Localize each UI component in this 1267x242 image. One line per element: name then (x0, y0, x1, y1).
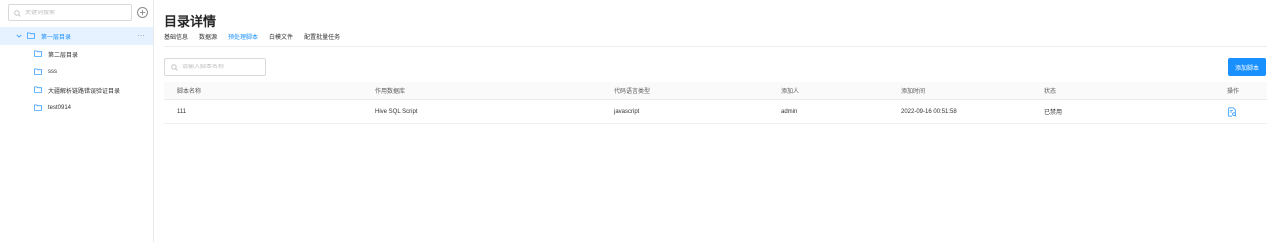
script-search-box[interactable] (164, 58, 266, 76)
app-root: 第一层目录 ··· 第二层目录 sss 大疆解析链路错误验证目录 (0, 0, 1267, 242)
column-header: 作用数据库 (375, 89, 406, 95)
search-icon (171, 58, 178, 76)
row-action (1227, 100, 1237, 123)
column-header: 操作 (1227, 89, 1240, 95)
tree-node-label: 第一层目录 (41, 34, 72, 41)
tab-divider (164, 46, 1267, 47)
column-header: 脚本名称 (177, 89, 202, 95)
tab-preprocess-script[interactable]: 预处理脚本 (228, 32, 259, 47)
tree-node-root[interactable]: 第一层目录 ··· (0, 27, 153, 45)
catalog-search-input[interactable] (25, 9, 125, 16)
script-table: 脚本名称 作用数据库 代码语言类型 添加人 添加时间 状态 操作 111 Hiv… (164, 82, 1267, 124)
chevron-down-icon[interactable] (15, 32, 23, 40)
main-panel: 目录详情 基础信息 数据源 预处理脚本 白模文件 配置批量任务 添加脚本 脚本名… (164, 0, 1267, 242)
cell-language: javascript (614, 108, 640, 115)
cell-added-time: 2022-09-16 00:51:58 (901, 108, 957, 115)
table-header: 脚本名称 作用数据库 代码语言类型 添加人 添加时间 状态 操作 (164, 82, 1267, 100)
folder-icon (27, 32, 35, 41)
folder-icon (34, 50, 42, 59)
tree-node-label: 第二层目录 (48, 52, 79, 59)
tab-basic-info[interactable]: 基础信息 (164, 32, 188, 47)
tab-batch-task-config[interactable]: 配置批量任务 (304, 32, 340, 47)
catalog-tree: 第一层目录 ··· 第二层目录 sss 大疆解析链路错误验证目录 test091… (0, 27, 153, 117)
tree-node-child[interactable]: sss (0, 63, 153, 81)
cell-status: 已禁用 (1044, 110, 1063, 116)
tree-node-child[interactable]: test0914 (0, 99, 153, 117)
catalog-search-box[interactable] (8, 4, 132, 21)
search-icon (14, 4, 21, 22)
tree-node-label: 大疆解析链路错误验证目录 (48, 88, 121, 95)
tab-data-source[interactable]: 数据源 (199, 32, 217, 47)
tab-white-model-file[interactable]: 白模文件 (269, 32, 293, 47)
more-options-icon[interactable]: ··· (137, 31, 145, 40)
table-row: 111 Hive SQL Script javascript admin 202… (164, 100, 1267, 124)
add-script-button[interactable]: 添加脚本 (1228, 58, 1266, 76)
tree-node-child[interactable]: 大疆解析链路错误验证目录 (0, 81, 153, 99)
folder-icon (34, 68, 42, 77)
tree-node-label: test0914 (48, 105, 72, 111)
script-search-input[interactable] (182, 64, 262, 70)
tree-node-label: sss (48, 69, 57, 75)
cell-database: Hive SQL Script (375, 108, 418, 115)
file-search-icon[interactable] (1227, 106, 1237, 117)
folder-icon (34, 104, 42, 113)
cell-added-by: admin (781, 108, 798, 115)
tab-bar: 基础信息 数据源 预处理脚本 白模文件 配置批量任务 (164, 32, 340, 47)
column-header: 添加时间 (901, 89, 926, 95)
column-header: 代码语言类型 (614, 89, 651, 95)
tree-node-child[interactable]: 第二层目录 (0, 45, 153, 63)
catalog-sidebar: 第一层目录 ··· 第二层目录 sss 大疆解析链路错误验证目录 (0, 0, 154, 242)
column-header: 添加人 (781, 89, 800, 95)
column-header: 状态 (1044, 89, 1057, 95)
cell-script-name: 111 (177, 108, 187, 115)
folder-icon (34, 86, 42, 95)
plus-circle-icon[interactable] (137, 7, 148, 18)
page-title: 目录详情 (164, 14, 217, 29)
